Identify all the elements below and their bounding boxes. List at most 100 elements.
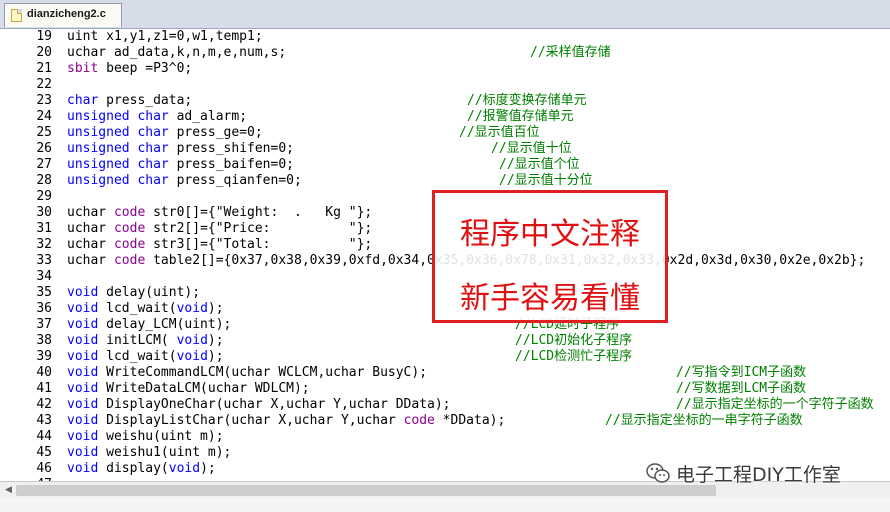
keyword-token: code xyxy=(113,237,146,252)
code-token: str0[]={"Weight: . Kg "}; xyxy=(145,205,373,220)
code-line: 25 unsigned char press_ge=0; //显示值百位 xyxy=(0,125,890,141)
line-number: 35 xyxy=(36,285,52,300)
code-token: ad_alarm; xyxy=(168,109,248,124)
code-line: 40 void WriteCommandLCM(uchar WCLCM,uchar… xyxy=(0,365,890,381)
code-text: void lcd_wait(void); xyxy=(67,349,224,365)
code-token: str3[]={"Total: "}; xyxy=(145,237,373,252)
keyword-token: code xyxy=(403,413,435,428)
line-number: 40 xyxy=(36,365,52,380)
code-line: 21 sbit beep =P3^0; xyxy=(0,61,890,77)
code-token: uchar ad_data,k,n,m,e,num,s; xyxy=(67,45,287,60)
file-tab-label: dianzicheng2.c xyxy=(27,8,106,20)
scroll-left-arrow-icon[interactable]: ◀ xyxy=(2,484,15,497)
code-text: unsigned char press_shifen=0; xyxy=(67,141,294,157)
code-comment: //显示值十位 xyxy=(491,141,572,156)
code-text: void weishu(uint m); xyxy=(67,429,224,445)
keyword-token: void xyxy=(67,301,99,316)
code-line: 43 void DisplayListChar(uchar X,uchar Y,u… xyxy=(0,413,890,429)
wechat-icon xyxy=(646,463,670,483)
code-token: lcd_wait( xyxy=(98,301,177,316)
code-text: void weishu1(uint m); xyxy=(67,445,231,461)
code-token: *DData); xyxy=(434,413,506,428)
code-text: void DisplayListChar(uchar X,uchar Y,uch… xyxy=(67,413,505,429)
keyword-token: void xyxy=(67,429,99,444)
line-number: 42 xyxy=(36,397,52,412)
code-text: void display(void); xyxy=(67,461,216,477)
code-token: uchar xyxy=(67,205,114,220)
code-comment: //显示值个位 xyxy=(499,157,580,172)
code-token: str2[]={"Price: "}; xyxy=(145,221,373,236)
code-line: 41 void WriteDataLCM(uchar WDLCM); //写数据到L… xyxy=(0,381,890,397)
keyword-token: unsigned char xyxy=(67,173,169,188)
line-number: 31 xyxy=(36,221,52,236)
code-text: void initLCM( void); xyxy=(67,333,224,349)
file-tab[interactable]: dianzicheng2.c xyxy=(4,3,122,27)
code-token: ); xyxy=(207,301,224,316)
keyword-token: void xyxy=(176,333,208,348)
code-text: char press_data; xyxy=(67,93,192,109)
line-number: 33 xyxy=(36,253,52,268)
line-number: 32 xyxy=(36,237,52,252)
code-token: initLCM( xyxy=(98,333,177,348)
line-number: 30 xyxy=(36,205,52,220)
code-token: ); xyxy=(207,333,224,348)
keyword-token: unsigned char xyxy=(67,109,169,124)
keyword-token: char xyxy=(67,93,99,108)
code-text: unsigned char ad_alarm; xyxy=(67,109,247,125)
code-text: sbit beep =P3^0; xyxy=(67,61,192,77)
code-token: press_shifen=0; xyxy=(168,141,294,156)
code-token: ); xyxy=(200,461,216,476)
keyword-token: void xyxy=(176,301,208,316)
line-number: 22 xyxy=(36,77,52,92)
line-number: 39 xyxy=(36,349,52,364)
keyword-token: void xyxy=(67,461,99,476)
code-token: weishu1(uint m); xyxy=(98,445,232,460)
line-number: 36 xyxy=(36,301,52,316)
line-number: 26 xyxy=(36,141,52,156)
code-token: press_data; xyxy=(98,93,193,108)
code-line: 42 void DisplayOneChar(uchar X,uchar Y,uc… xyxy=(0,397,890,413)
keyword-token: void xyxy=(176,349,208,364)
code-text: void WriteDataLCM(uchar WDLCM); xyxy=(67,381,310,397)
line-number: 46 xyxy=(36,461,52,476)
code-text: uchar code str2[]={"Price: "}; xyxy=(67,221,372,237)
code-token: ); xyxy=(207,349,224,364)
overlay-line-2: 新手容易看懂 xyxy=(460,281,640,316)
keyword-token: unsigned char xyxy=(67,141,169,156)
code-token: uchar xyxy=(67,253,114,268)
code-line: 28 unsigned char press_qianfen=0; //显示值十分位 xyxy=(0,173,890,189)
code-comment: //LCD初始化子程序 xyxy=(515,333,633,348)
line-number: 38 xyxy=(36,333,52,348)
keyword-token: void xyxy=(67,413,99,428)
keyword-token: void xyxy=(67,365,99,380)
code-text: uchar code str0[]={"Weight: . Kg "}; xyxy=(67,205,372,221)
code-comment: //采样值存储 xyxy=(530,45,611,60)
scrollbar-thumb[interactable] xyxy=(16,485,716,496)
code-text: void WriteCommandLCM(uchar WCLCM,uchar B… xyxy=(67,365,427,381)
keyword-token: void xyxy=(168,461,201,476)
overlay-line-1: 程序中文注释 xyxy=(460,217,640,252)
watermark-text: 电子工程DIY工作室 xyxy=(676,464,841,486)
code-line: 45 void weishu1(uint m); xyxy=(0,445,890,461)
keyword-token: void xyxy=(67,285,99,300)
code-comment: //写数据到LCM子函数 xyxy=(676,381,807,396)
keyword-token: void xyxy=(67,317,99,332)
code-comment: //显示指定坐标的一串字符子函数 xyxy=(605,413,803,428)
line-number: 34 xyxy=(36,269,52,284)
code-editor-window: dianzicheng2.c 19 uint x1,y1,z1=0,w1,temp… xyxy=(0,0,890,512)
code-token: WriteDataLCM(uchar WDLCM); xyxy=(98,381,310,396)
code-line: 19 uint x1,y1,z1=0,w1,temp1; xyxy=(0,29,890,45)
code-token: display( xyxy=(98,461,169,476)
c-file-icon xyxy=(11,9,22,22)
code-text: void delay(uint); xyxy=(67,285,200,301)
code-line: 38 void initLCM( void); //LCD初始化子程序 xyxy=(0,333,890,349)
line-number: 21 xyxy=(36,61,52,76)
line-number: 23 xyxy=(36,93,52,108)
code-text: uchar code str3[]={"Total: "}; xyxy=(67,237,372,253)
code-token: delay_LCM(uint); xyxy=(98,317,232,332)
tab-bar: dianzicheng2.c xyxy=(0,0,890,29)
code-line: 26 unsigned char press_shifen=0; //显示值十位 xyxy=(0,141,890,157)
keyword-token: code xyxy=(113,253,146,268)
code-token: delay(uint); xyxy=(98,285,201,300)
code-token: beep =P3^0; xyxy=(98,61,193,76)
